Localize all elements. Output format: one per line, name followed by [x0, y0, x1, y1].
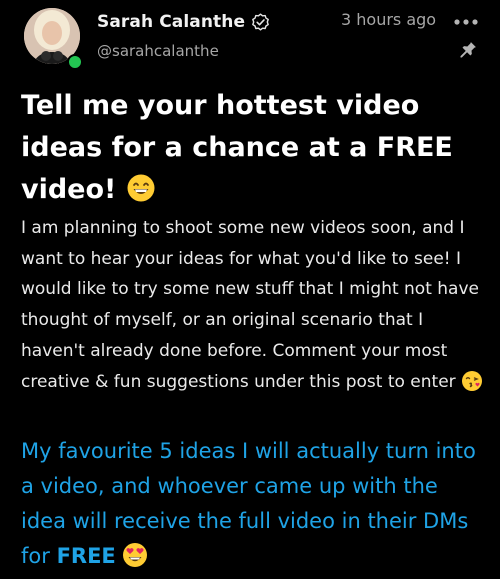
post-header: Sarah Calanthe @sarahcalanthe 3 hours ag… — [0, 0, 500, 80]
grinning-face-emoji — [126, 173, 156, 216]
post-highlight: My favourite 5 ideas I will actually tur… — [21, 434, 486, 579]
pin-icon[interactable] — [458, 40, 478, 60]
face-blowing-kiss-emoji — [461, 370, 483, 403]
heart-eyes-emoji — [122, 542, 148, 579]
post-timestamp: 3 hours ago — [341, 10, 437, 29]
verified-badge-icon — [251, 12, 270, 32]
author-row: Sarah Calanthe — [97, 10, 270, 34]
post-title: Tell me your hottest video ideas for a c… — [21, 85, 481, 216]
post-body-text: I am planning to shoot some new videos s… — [21, 218, 479, 392]
author-handle[interactable]: @sarahcalanthe — [97, 42, 219, 60]
post-body: I am planning to shoot some new videos s… — [21, 213, 491, 402]
author-name[interactable]: Sarah Calanthe — [97, 12, 245, 32]
post-title-text: Tell me your hottest video ideas for a c… — [21, 90, 453, 205]
post-highlight-bold: FREE — [56, 544, 116, 568]
more-options-icon[interactable] — [453, 14, 479, 30]
online-status-dot — [67, 54, 83, 70]
